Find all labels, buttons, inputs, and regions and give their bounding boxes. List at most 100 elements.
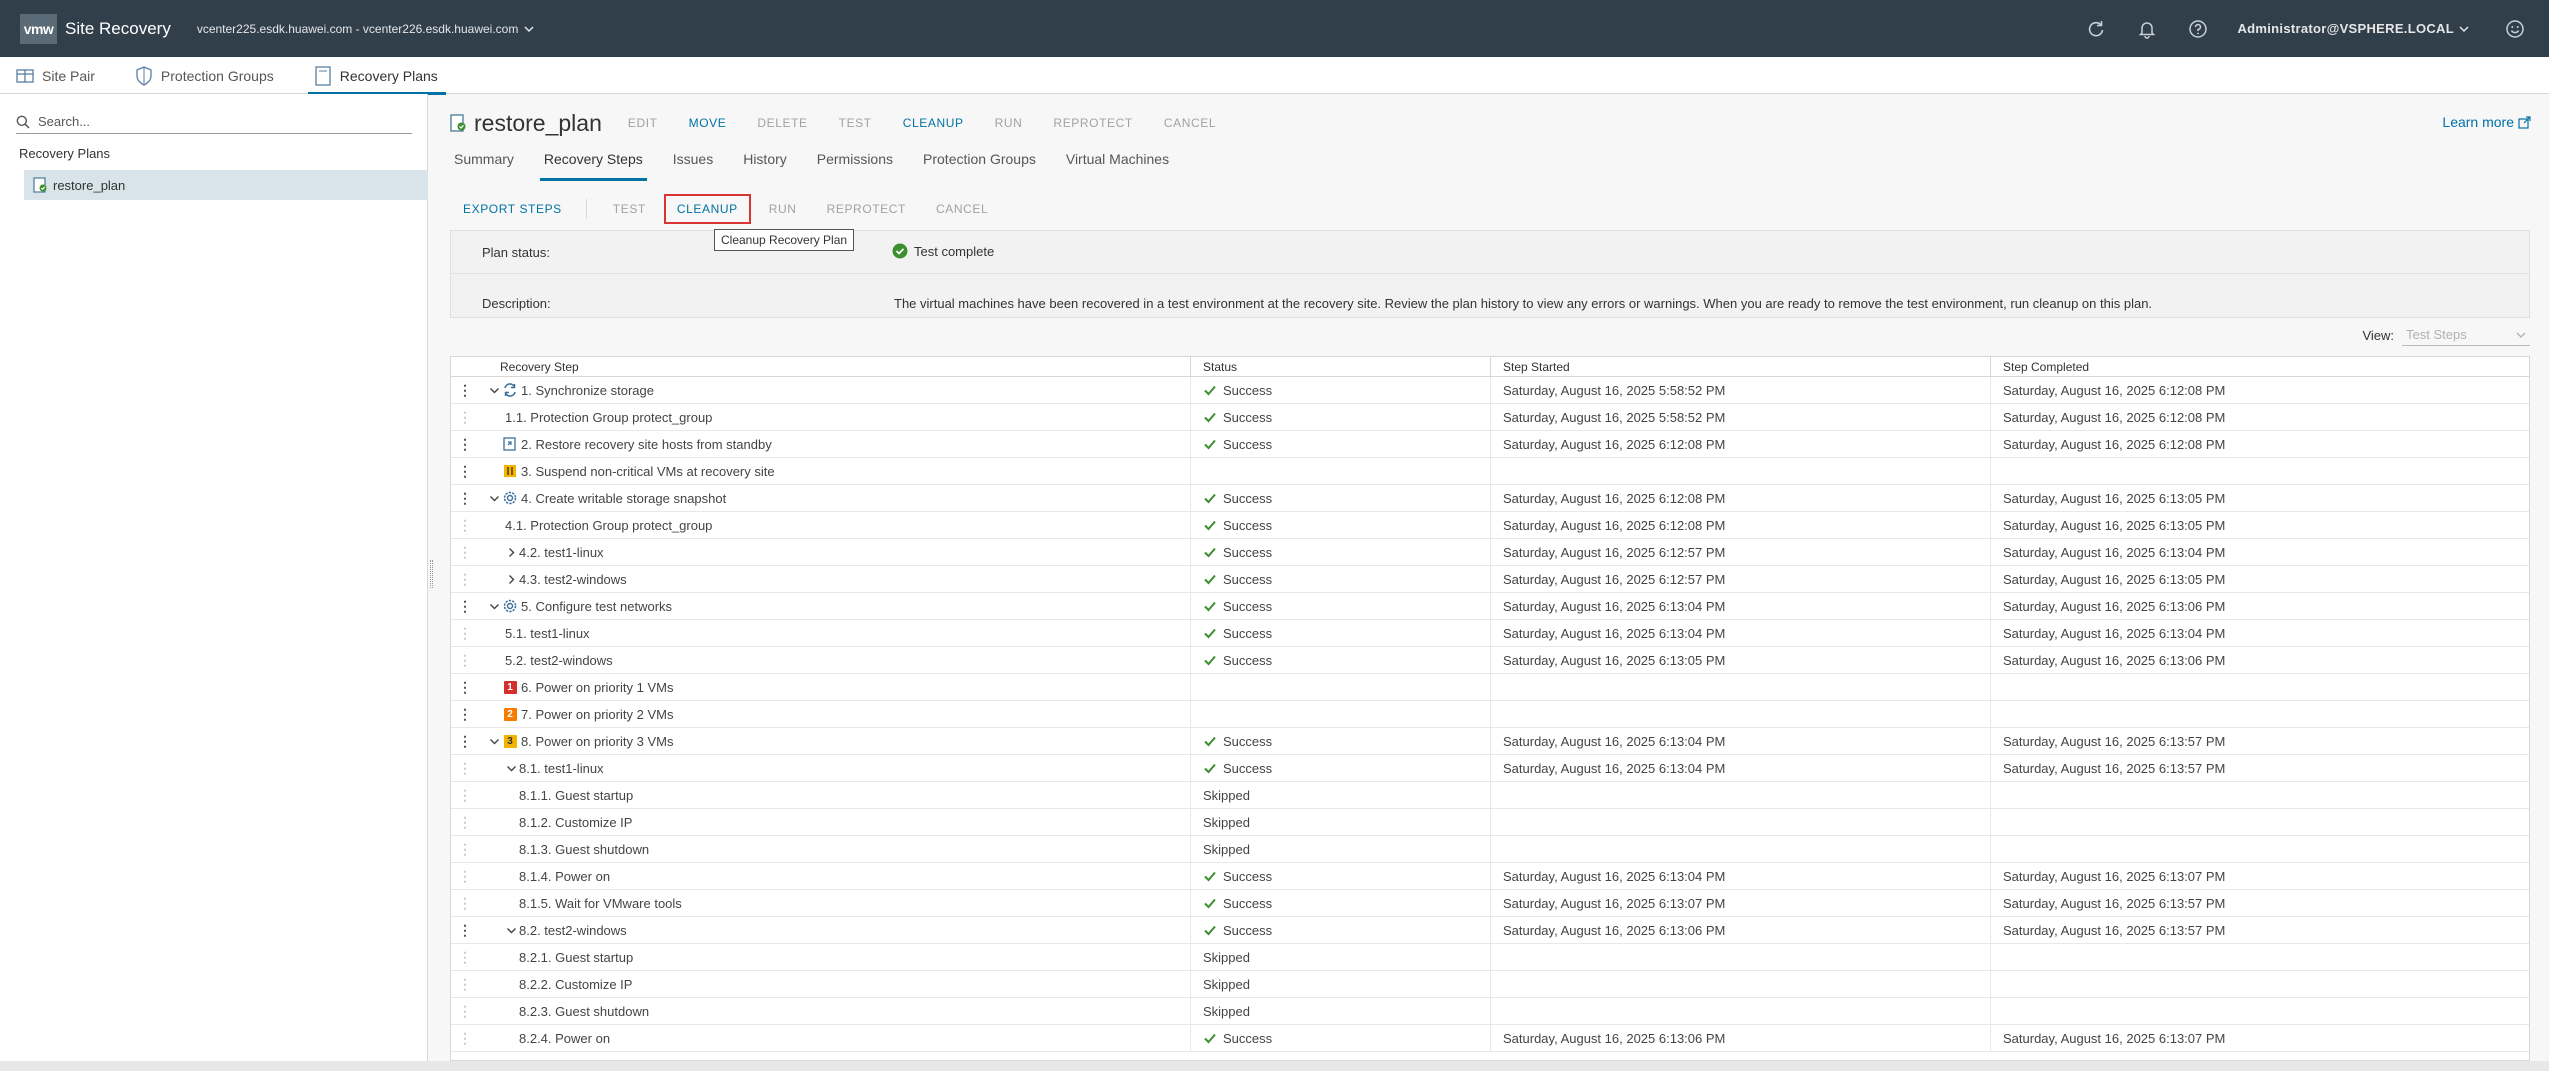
- table-row[interactable]: ⋮ 5. Configure test networks Success Saturd…: [451, 593, 2529, 620]
- test-button[interactable]: TEST: [613, 196, 646, 222]
- vcenter-pair-select[interactable]: vcenter225.esdk.huawei.com - vcenter226.…: [197, 22, 535, 36]
- edit-action[interactable]: EDIT: [628, 116, 658, 130]
- test-action[interactable]: TEST: [839, 116, 872, 130]
- table-row[interactable]: ⋮ 8.1.1. Guest startup Skipped: [451, 782, 2529, 809]
- row-menu-icon[interactable]: ⋮: [451, 626, 479, 640]
- expand-toggle[interactable]: [486, 490, 502, 506]
- tab-history[interactable]: History: [739, 151, 791, 177]
- tab-summary[interactable]: Summary: [450, 151, 518, 177]
- search-input[interactable]: [38, 114, 398, 129]
- table-row[interactable]: ⋮ 3. Suspend non-critical VMs at recovery…: [451, 458, 2529, 485]
- table-row[interactable]: ⋮ 3 8. Power on priority 3 VMs Success Satur…: [451, 728, 2529, 755]
- row-menu-icon[interactable]: ⋮: [451, 518, 479, 532]
- row-menu-icon[interactable]: ⋮: [451, 572, 479, 586]
- row-menu-icon[interactable]: ⋮: [451, 1004, 479, 1018]
- table-row[interactable]: ⋮ 2 7. Power on priority 2 VMs: [451, 701, 2529, 728]
- table-row[interactable]: ⋮ 8.2.1. Guest startup Skipped: [451, 944, 2529, 971]
- table-row[interactable]: ⋮ 4. Create writable storage snapshot Succ…: [451, 485, 2529, 512]
- row-menu-icon[interactable]: ⋮: [451, 653, 479, 667]
- tab-recovery-steps[interactable]: Recovery Steps: [539, 151, 647, 181]
- column-header-status[interactable]: Status: [1191, 357, 1491, 376]
- table-row[interactable]: ⋮ 4.2. test1-linux Success Saturday, August…: [451, 539, 2529, 566]
- row-menu-icon[interactable]: ⋮: [451, 383, 479, 397]
- cleanup-button[interactable]: CLEANUP: [663, 194, 751, 224]
- cleanup-action[interactable]: CLEANUP: [903, 116, 964, 130]
- table-row[interactable]: ⋮ 8.1.2. Customize IP Skipped: [451, 809, 2529, 836]
- smiley-icon[interactable]: [2503, 17, 2527, 41]
- row-menu-icon[interactable]: ⋮: [451, 788, 479, 802]
- row-menu-icon[interactable]: ⋮: [451, 761, 479, 775]
- cancel-button[interactable]: CANCEL: [936, 196, 988, 222]
- table-row[interactable]: ⋮ 8.2.3. Guest shutdown Skipped: [451, 998, 2529, 1025]
- row-menu-icon[interactable]: ⋮: [451, 815, 479, 829]
- table-row[interactable]: ⋮ 1.1. Protection Group protect_group Succ…: [451, 404, 2529, 431]
- expand-toggle[interactable]: [503, 760, 519, 776]
- view-select[interactable]: Test Steps: [2402, 324, 2530, 346]
- table-row[interactable]: ⋮ 4.1. Protection Group protect_group Succ…: [451, 512, 2529, 539]
- column-header-completed[interactable]: Step Completed: [1991, 357, 2529, 376]
- table-row[interactable]: ⋮ 8.1.5. Wait for VMware tools Success Satu…: [451, 890, 2529, 917]
- expand-toggle[interactable]: [486, 598, 502, 614]
- row-menu-icon[interactable]: ⋮: [451, 680, 479, 694]
- expand-toggle[interactable]: [486, 382, 502, 398]
- reprotect-button[interactable]: REPROTECT: [827, 196, 906, 222]
- expand-toggle[interactable]: [503, 922, 519, 938]
- brand[interactable]: vmw Site Recovery: [20, 13, 171, 44]
- row-menu-icon[interactable]: ⋮: [451, 842, 479, 856]
- column-header-step[interactable]: Recovery Step: [479, 357, 1191, 376]
- row-menu-icon[interactable]: ⋮: [451, 437, 479, 451]
- table-row[interactable]: ⋮ 8.2.2. Customize IP Skipped: [451, 971, 2529, 998]
- learn-more-link[interactable]: Learn more: [2442, 114, 2531, 130]
- row-menu-icon[interactable]: ⋮: [451, 491, 479, 505]
- export-steps-button[interactable]: EXPORT STEPS: [463, 196, 562, 222]
- tab-issues[interactable]: Issues: [669, 151, 717, 177]
- bell-icon[interactable]: [2135, 17, 2159, 41]
- row-menu-icon[interactable]: ⋮: [451, 734, 479, 748]
- table-row[interactable]: ⋮ 5.2. test2-windows Success Saturday, Augu…: [451, 647, 2529, 674]
- expand-toggle[interactable]: [486, 733, 502, 749]
- row-menu-icon[interactable]: ⋮: [451, 1031, 479, 1045]
- tab-virtual-machines[interactable]: Virtual Machines: [1062, 151, 1173, 177]
- table-row[interactable]: ⋮ 8.2.4. Power on Success Saturday, August …: [451, 1025, 2529, 1052]
- search-box[interactable]: [16, 110, 412, 134]
- help-icon[interactable]: [2186, 17, 2210, 41]
- tab-protection-groups[interactable]: Protection Groups: [919, 151, 1040, 177]
- refresh-icon[interactable]: [2084, 17, 2108, 41]
- row-menu-icon[interactable]: ⋮: [451, 950, 479, 964]
- move-action[interactable]: MOVE: [689, 116, 727, 130]
- delete-action[interactable]: DELETE: [757, 116, 807, 130]
- table-row[interactable]: ⋮ 8.2. test2-windows Success Saturday, Augu…: [451, 917, 2529, 944]
- table-row[interactable]: ⋮ 5.1. test1-linux Success Saturday, August…: [451, 620, 2529, 647]
- nav-recovery-plans[interactable]: Recovery Plans: [298, 57, 446, 95]
- bottom-scrollbar[interactable]: [0, 1061, 2549, 1071]
- nav-site-pair[interactable]: Site Pair: [0, 57, 95, 94]
- table-row[interactable]: ⋮ 1 6. Power on priority 1 VMs: [451, 674, 2529, 701]
- row-menu-icon[interactable]: ⋮: [451, 977, 479, 991]
- table-row[interactable]: ⋮ 8.1. test1-linux Success Saturday, August…: [451, 755, 2529, 782]
- cancel-action[interactable]: CANCEL: [1164, 116, 1216, 130]
- row-menu-icon[interactable]: ⋮: [451, 410, 479, 424]
- row-menu-icon[interactable]: ⋮: [451, 545, 479, 559]
- row-menu-icon[interactable]: ⋮: [451, 599, 479, 613]
- table-row[interactable]: ⋮ 8.1.3. Guest shutdown Skipped: [451, 836, 2529, 863]
- run-button[interactable]: RUN: [769, 196, 797, 222]
- column-header-started[interactable]: Step Started: [1491, 357, 1991, 376]
- row-menu-icon[interactable]: ⋮: [451, 896, 479, 910]
- table-row[interactable]: ⋮ 1. Synchronize storage Success Saturday, …: [451, 377, 2529, 404]
- tab-permissions[interactable]: Permissions: [813, 151, 897, 177]
- expand-toggle[interactable]: [503, 571, 519, 587]
- table-row[interactable]: ⋮ 4.3. test2-windows Success Saturday, Augu…: [451, 566, 2529, 593]
- nav-protection-groups[interactable]: Protection Groups: [119, 57, 274, 94]
- row-menu-icon[interactable]: ⋮: [451, 869, 479, 883]
- row-menu-icon[interactable]: ⋮: [451, 707, 479, 721]
- user-menu[interactable]: Administrator@VSPHERE.LOCAL: [2237, 21, 2469, 36]
- row-menu-icon[interactable]: ⋮: [451, 923, 479, 937]
- tree-item-restore-plan[interactable]: restore_plan: [24, 170, 428, 200]
- table-row[interactable]: ⋮ 8.1.4. Power on Success Saturday, August …: [451, 863, 2529, 890]
- run-action[interactable]: RUN: [995, 116, 1023, 130]
- panel-resize-handle[interactable]: [430, 560, 433, 588]
- row-menu-icon[interactable]: ⋮: [451, 464, 479, 478]
- table-row[interactable]: ⋮ 2. Restore recovery site hosts from sta…: [451, 431, 2529, 458]
- expand-toggle[interactable]: [503, 544, 519, 560]
- reprotect-action[interactable]: REPROTECT: [1053, 116, 1132, 130]
